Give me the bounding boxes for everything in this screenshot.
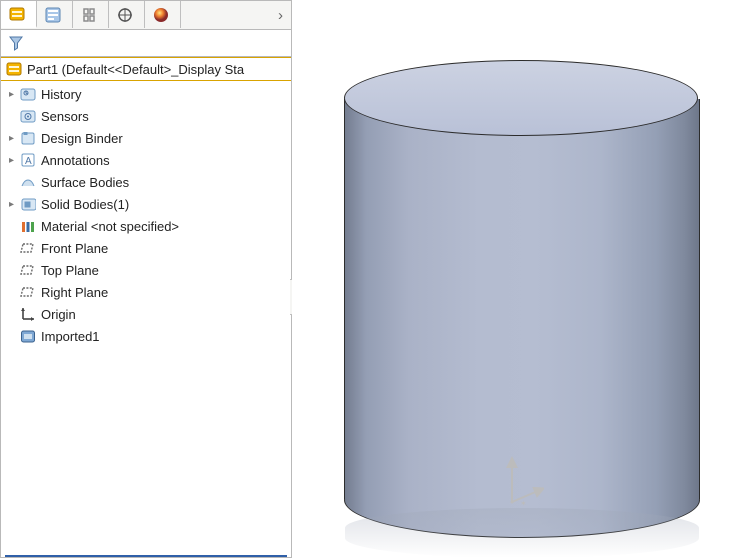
surface-icon <box>19 174 37 190</box>
binder-icon <box>19 130 37 146</box>
filter-icon[interactable] <box>7 35 25 51</box>
tree-node-material[interactable]: Material <not specified> <box>1 215 291 237</box>
feature-tree-root[interactable]: Part1 (Default<<Default>_Display Sta <box>1 57 291 81</box>
plane-icon <box>19 284 37 300</box>
origin-icon <box>19 306 37 322</box>
expand-icon[interactable]: ▸ <box>9 133 19 144</box>
tree-node-origin[interactable]: Origin <box>1 303 291 325</box>
tree-node-label: Front Plane <box>41 241 108 256</box>
cylinder-side-face[interactable] <box>344 99 700 499</box>
tab-property-manager[interactable] <box>37 1 73 28</box>
tree-node-label: Sensors <box>41 109 89 124</box>
root-label: Part1 (Default<<Default>_Display Sta <box>27 62 244 77</box>
annotations-icon: A <box>19 152 37 168</box>
property-manager-icon <box>44 7 62 23</box>
tree-node-plane[interactable]: Top Plane <box>1 259 291 281</box>
tree-node-label: Design Binder <box>41 131 123 146</box>
feature-manager-icon <box>8 6 26 22</box>
tree-node-history[interactable]: ▸ History <box>1 83 291 105</box>
tree-node-label: Annotations <box>41 153 110 168</box>
solid-icon <box>19 196 37 212</box>
tab-dimxpert-manager[interactable] <box>109 1 145 28</box>
expand-icon[interactable]: ▸ <box>9 199 19 210</box>
feature-manager-panel: › Part1 (Default<<Default>_Display Sta ▸… <box>0 0 292 558</box>
tree-node-plane[interactable]: Front Plane <box>1 237 291 259</box>
imported-icon <box>19 328 37 344</box>
tree-node-label: Surface Bodies <box>41 175 129 190</box>
feature-tree-filter-row <box>1 30 291 57</box>
history-icon <box>19 86 37 102</box>
feature-tree[interactable]: ▸ History Sensors ▸ Design Binder ▸ A Annotatio… <box>1 81 291 551</box>
tree-node-imported[interactable]: Imported1 <box>1 325 291 347</box>
tree-node-solid[interactable]: ▸ Solid Bodies(1) <box>1 193 291 215</box>
expand-icon[interactable]: ▸ <box>9 155 19 166</box>
display-manager-icon <box>152 7 170 23</box>
tree-node-label: History <box>41 87 81 102</box>
tree-node-annotations[interactable]: ▸ A Annotations <box>1 149 291 171</box>
view-triad[interactable]: ✶ <box>500 456 544 506</box>
tree-node-label: Right Plane <box>41 285 108 300</box>
tab-configuration-manager[interactable] <box>73 1 109 28</box>
plane-icon <box>19 262 37 278</box>
feature-manager-tab-strip: › <box>1 1 291 30</box>
svg-text:A: A <box>25 156 32 167</box>
sensors-icon <box>19 108 37 124</box>
app-frame: › Part1 (Default<<Default>_Display Sta ▸… <box>0 0 752 558</box>
material-icon <box>19 218 37 234</box>
tree-node-label: Origin <box>41 307 76 322</box>
tree-node-binder[interactable]: ▸ Design Binder <box>1 127 291 149</box>
tab-feature-manager[interactable] <box>1 1 37 28</box>
tree-node-label: Top Plane <box>41 263 99 278</box>
dimxpert-icon <box>116 7 134 23</box>
tree-node-plane[interactable]: Right Plane <box>1 281 291 303</box>
feature-tree-endbar <box>5 555 287 557</box>
graphics-viewport[interactable]: ✶ <box>292 0 752 558</box>
tree-node-surface[interactable]: Surface Bodies <box>1 171 291 193</box>
tree-node-sensors[interactable]: Sensors <box>1 105 291 127</box>
svg-text:✶: ✶ <box>520 499 527 506</box>
configuration-manager-icon <box>80 7 98 23</box>
tab-display-manager[interactable] <box>145 1 181 28</box>
tab-overflow-button[interactable]: › <box>181 1 291 29</box>
plane-icon <box>19 240 37 256</box>
model-reflection <box>345 508 699 558</box>
chevron-right-icon: › <box>278 7 283 24</box>
expand-icon[interactable]: ▸ <box>9 89 19 100</box>
tree-node-label: Solid Bodies(1) <box>41 197 129 212</box>
cylinder-top-face[interactable] <box>344 60 698 136</box>
tree-node-label: Imported1 <box>41 329 100 344</box>
tree-node-label: Material <not specified> <box>41 219 179 234</box>
part-icon <box>5 61 23 77</box>
